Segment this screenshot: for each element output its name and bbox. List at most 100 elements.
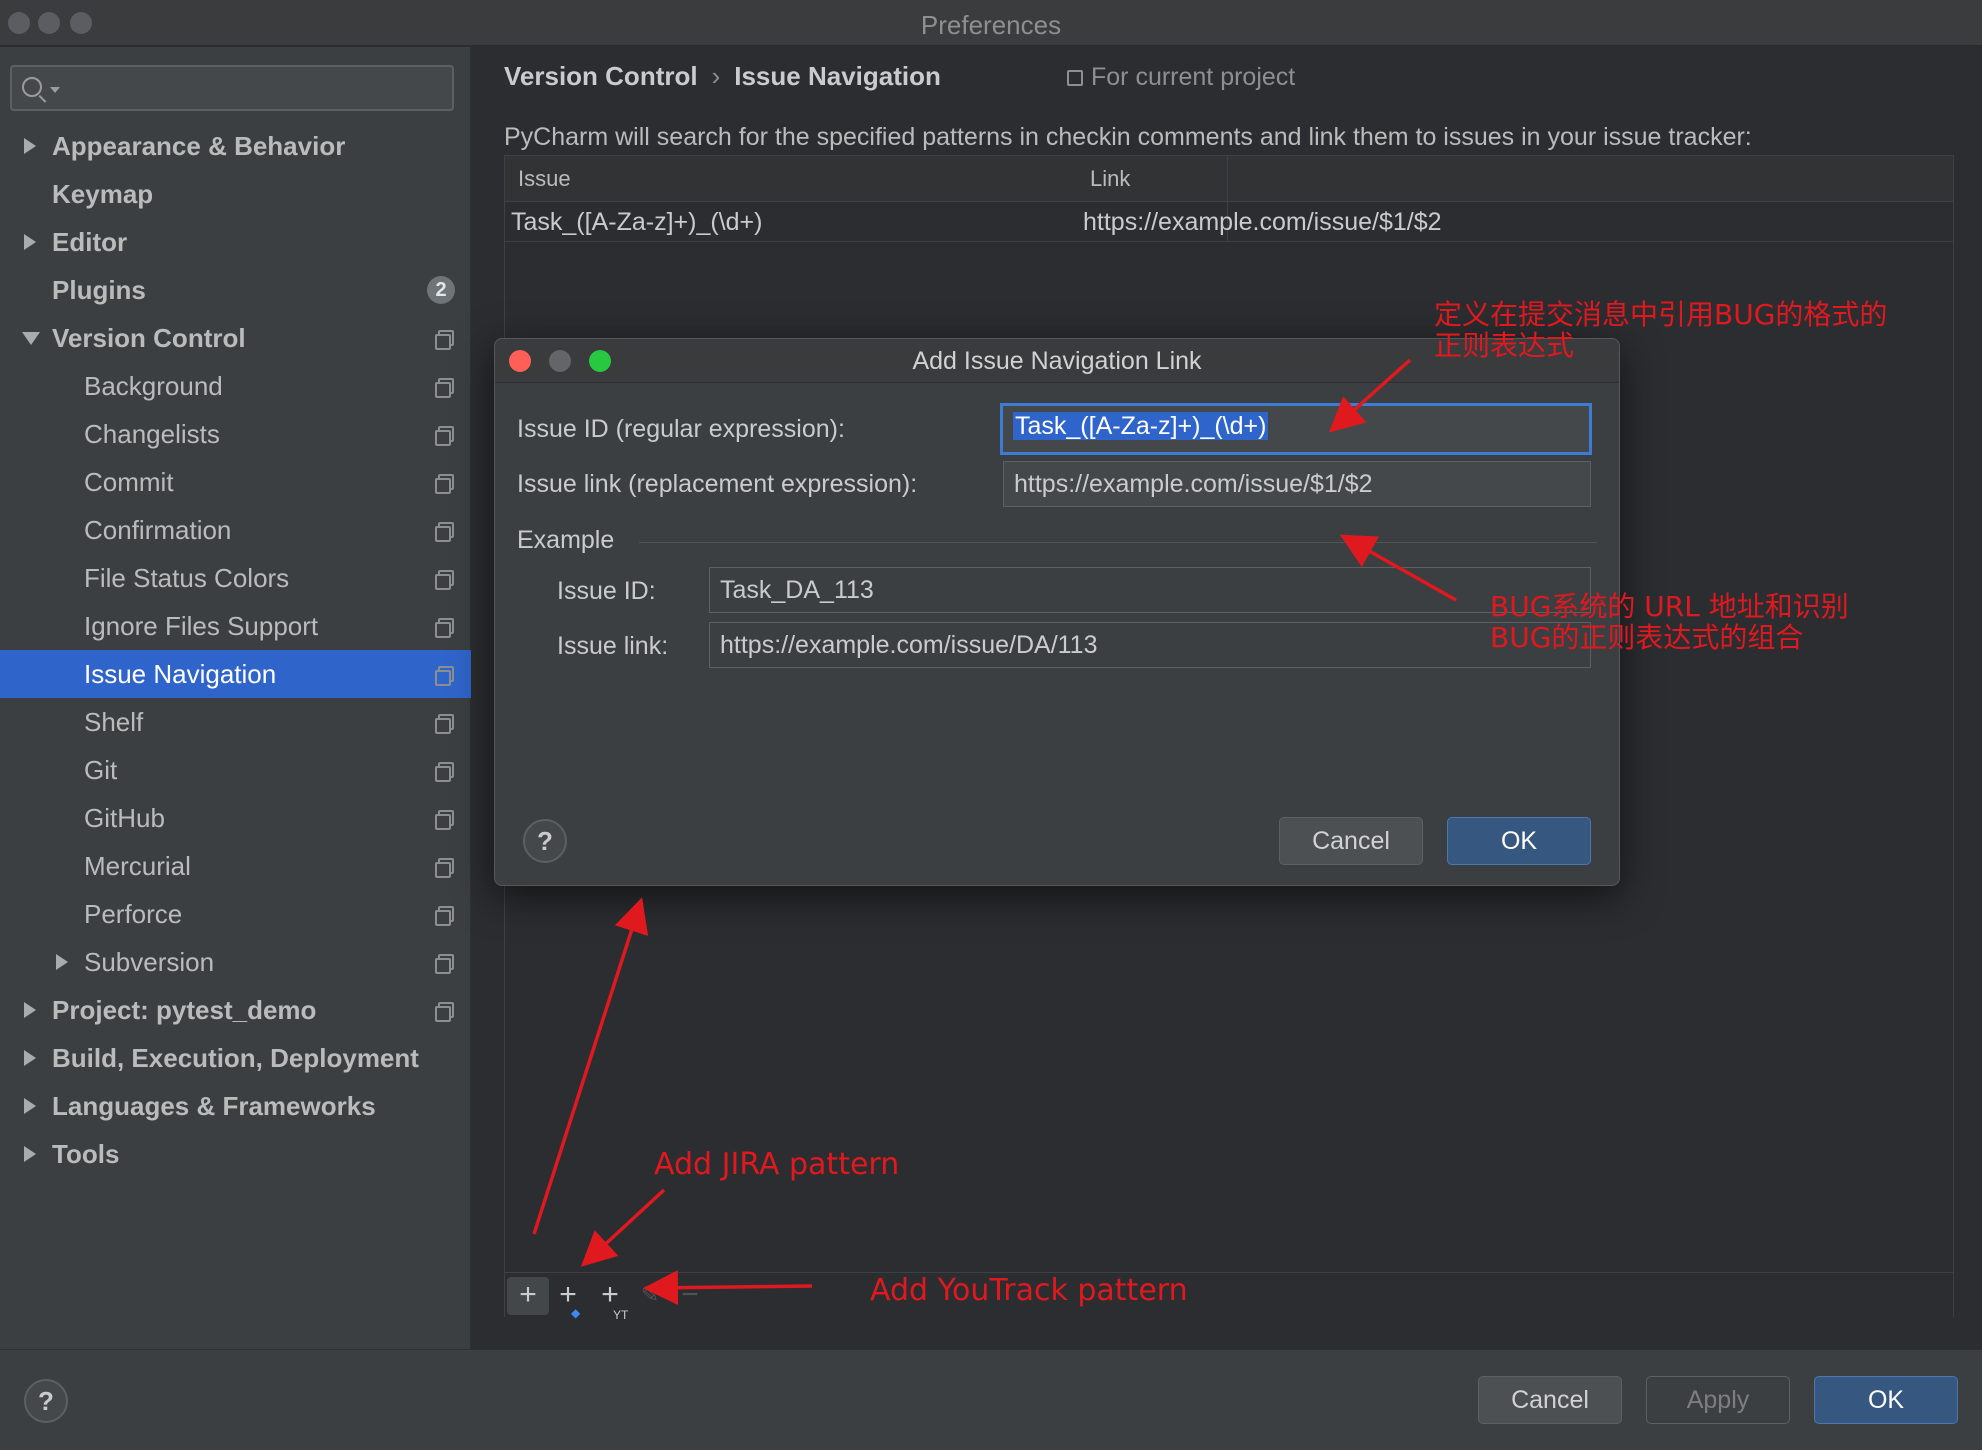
project-scope-icon	[435, 474, 454, 494]
breadcrumb-version-control[interactable]: Version Control	[504, 61, 698, 91]
table-row[interactable]: Task_([A-Za-z]+)_(\d+) https://example.c…	[505, 202, 1953, 242]
sidebar-item-label: Shelf	[84, 706, 144, 737]
sidebar-item-tools[interactable]: Tools	[0, 1130, 471, 1178]
collapsed-arrow-icon[interactable]	[24, 234, 36, 250]
project-scope-icon	[435, 954, 454, 974]
example-issue-id-label: Issue ID:	[557, 577, 656, 605]
project-scope-icon	[435, 570, 454, 590]
search-options-caret-icon[interactable]	[50, 87, 60, 93]
column-header-link[interactable]: Link	[1090, 166, 1130, 192]
edit-pencil-icon[interactable]: ✎	[629, 1277, 671, 1315]
issue-link-input[interactable]: https://example.com/issue/$1/$2	[1003, 461, 1591, 507]
remove-minus-icon[interactable]: −	[669, 1277, 711, 1315]
sidebar-item-confirmation[interactable]: Confirmation	[0, 506, 471, 554]
sidebar-item-changelists[interactable]: Changelists	[0, 410, 471, 458]
sidebar-item-appearance-behavior[interactable]: Appearance & Behavior	[0, 122, 471, 170]
updates-badge: 2	[427, 276, 455, 304]
project-scope-icon	[435, 1002, 454, 1022]
project-scope-icon	[1067, 70, 1083, 86]
panel-description: PyCharm will search for the specified pa…	[504, 123, 1752, 151]
project-scope-icon	[435, 810, 454, 830]
sidebar-item-languages-frameworks[interactable]: Languages & Frameworks	[0, 1082, 471, 1130]
apply-button[interactable]: Apply	[1646, 1376, 1790, 1424]
column-header-issue[interactable]: Issue	[518, 166, 571, 192]
breadcrumb: Version Control › Issue Navigation	[504, 61, 941, 92]
sidebar-item-project-pytest-demo[interactable]: Project: pytest_demo	[0, 986, 471, 1034]
sidebar-item-file-status-colors[interactable]: File Status Colors	[0, 554, 471, 602]
sidebar-item-label: File Status Colors	[84, 562, 290, 593]
sidebar-item-build-execution-deployment[interactable]: Build, Execution, Deployment	[0, 1034, 471, 1082]
sidebar-item-label: Build, Execution, Deployment	[52, 1042, 419, 1073]
sidebar-item-label: Plugins	[52, 274, 146, 305]
url-annotation-line2: BUG的正则表达式的组合	[1490, 620, 1804, 654]
preferences-footer: ? Cancel Apply OK	[0, 1349, 1982, 1450]
help-button[interactable]: ?	[24, 1379, 68, 1423]
regex-annotation-line1: 定义在提交消息中引用BUG的格式的	[1434, 298, 1888, 331]
search-icon	[22, 77, 42, 97]
collapsed-arrow-icon[interactable]	[24, 1002, 36, 1018]
sidebar-item-label: Changelists	[84, 418, 220, 449]
dialog-cancel-button[interactable]: Cancel	[1279, 817, 1423, 865]
scope-label: For current project	[1091, 63, 1296, 91]
sidebar-item-editor[interactable]: Editor	[0, 218, 471, 266]
settings-sidebar: Appearance & Behavior Keymap Editor Plugins…	[0, 47, 471, 1349]
sidebar-item-label: Tools	[52, 1138, 120, 1169]
cancel-button[interactable]: Cancel	[1478, 1376, 1622, 1424]
regex-annotation: 定义在提交消息中引用BUG的格式的 正则表达式	[1434, 298, 1888, 362]
sidebar-item-issue-navigation[interactable]: Issue Navigation	[0, 650, 471, 698]
project-scope-icon	[435, 426, 454, 446]
sidebar-item-keymap[interactable]: Keymap	[0, 170, 471, 218]
sidebar-item-label: Perforce	[84, 898, 183, 929]
settings-search-input[interactable]	[10, 65, 454, 111]
expanded-arrow-icon[interactable]	[22, 332, 40, 345]
sidebar-item-label: Languages & Frameworks	[52, 1090, 376, 1121]
add-youtrack-pattern-button[interactable]: + YT	[589, 1277, 631, 1322]
scope-indicator: For current project	[1067, 63, 1295, 92]
project-scope-icon	[435, 762, 454, 782]
sidebar-item-label: Git	[84, 754, 118, 785]
example-issue-id-field: Task_DA_113	[709, 567, 1591, 613]
project-scope-icon	[435, 330, 454, 350]
sidebar-item-git[interactable]: Git	[0, 746, 471, 794]
example-section-title: Example	[517, 526, 615, 554]
sidebar-item-plugins[interactable]: Plugins 2	[0, 266, 471, 314]
project-scope-icon	[435, 618, 454, 638]
sidebar-item-ignore-files-support[interactable]: Ignore Files Support	[0, 602, 471, 650]
table-header: Issue Link	[505, 156, 1953, 202]
project-scope-icon	[435, 714, 454, 734]
issue-id-input[interactable]: Task_([A-Za-z]+)_(\d+)	[1000, 403, 1592, 455]
collapsed-arrow-icon[interactable]	[24, 138, 36, 154]
window-title: Preferences	[920, 10, 1062, 40]
sidebar-item-subversion[interactable]: Subversion	[0, 938, 471, 986]
sidebar-item-label: Keymap	[52, 178, 154, 209]
project-scope-icon	[435, 666, 454, 686]
sidebar-item-github[interactable]: GitHub	[0, 794, 471, 842]
sidebar-item-label: Issue Navigation	[84, 658, 277, 689]
dialog-help-button[interactable]: ?	[523, 819, 567, 863]
sidebar-item-label: Commit	[84, 466, 174, 497]
ok-button[interactable]: OK	[1814, 1376, 1958, 1424]
project-scope-icon	[435, 378, 454, 398]
breadcrumb-issue-navigation: Issue Navigation	[734, 61, 941, 91]
sidebar-item-version-control[interactable]: Version Control	[0, 314, 471, 362]
collapsed-arrow-icon[interactable]	[24, 1146, 36, 1162]
collapsed-arrow-icon[interactable]	[24, 1098, 36, 1114]
settings-tree: Appearance & Behavior Keymap Editor Plugins…	[0, 122, 471, 1178]
add-issue-navigation-link-dialog: Add Issue Navigation Link Issue ID (regu…	[494, 338, 1620, 886]
dialog-ok-button[interactable]: OK	[1447, 817, 1591, 865]
url-annotation: BUG系统的 URL 地址和识别 BUG的正则表达式的组合	[1490, 591, 1849, 654]
add-button[interactable]: +	[507, 1277, 549, 1315]
sidebar-item-perforce[interactable]: Perforce	[0, 890, 471, 938]
collapsed-arrow-icon[interactable]	[24, 1050, 36, 1066]
breadcrumb-separator: ›	[711, 61, 721, 91]
collapsed-arrow-icon[interactable]	[56, 954, 68, 970]
sidebar-item-commit[interactable]: Commit	[0, 458, 471, 506]
add-jira-pattern-button[interactable]: + ◆	[547, 1277, 589, 1320]
sidebar-item-label: Ignore Files Support	[84, 610, 319, 641]
sidebar-item-background[interactable]: Background	[0, 362, 471, 410]
example-issue-link-field: https://example.com/issue/DA/113	[709, 622, 1591, 668]
project-scope-icon	[435, 858, 454, 878]
sidebar-item-shelf[interactable]: Shelf	[0, 698, 471, 746]
sidebar-item-mercurial[interactable]: Mercurial	[0, 842, 471, 890]
sidebar-item-label: Version Control	[52, 322, 246, 353]
